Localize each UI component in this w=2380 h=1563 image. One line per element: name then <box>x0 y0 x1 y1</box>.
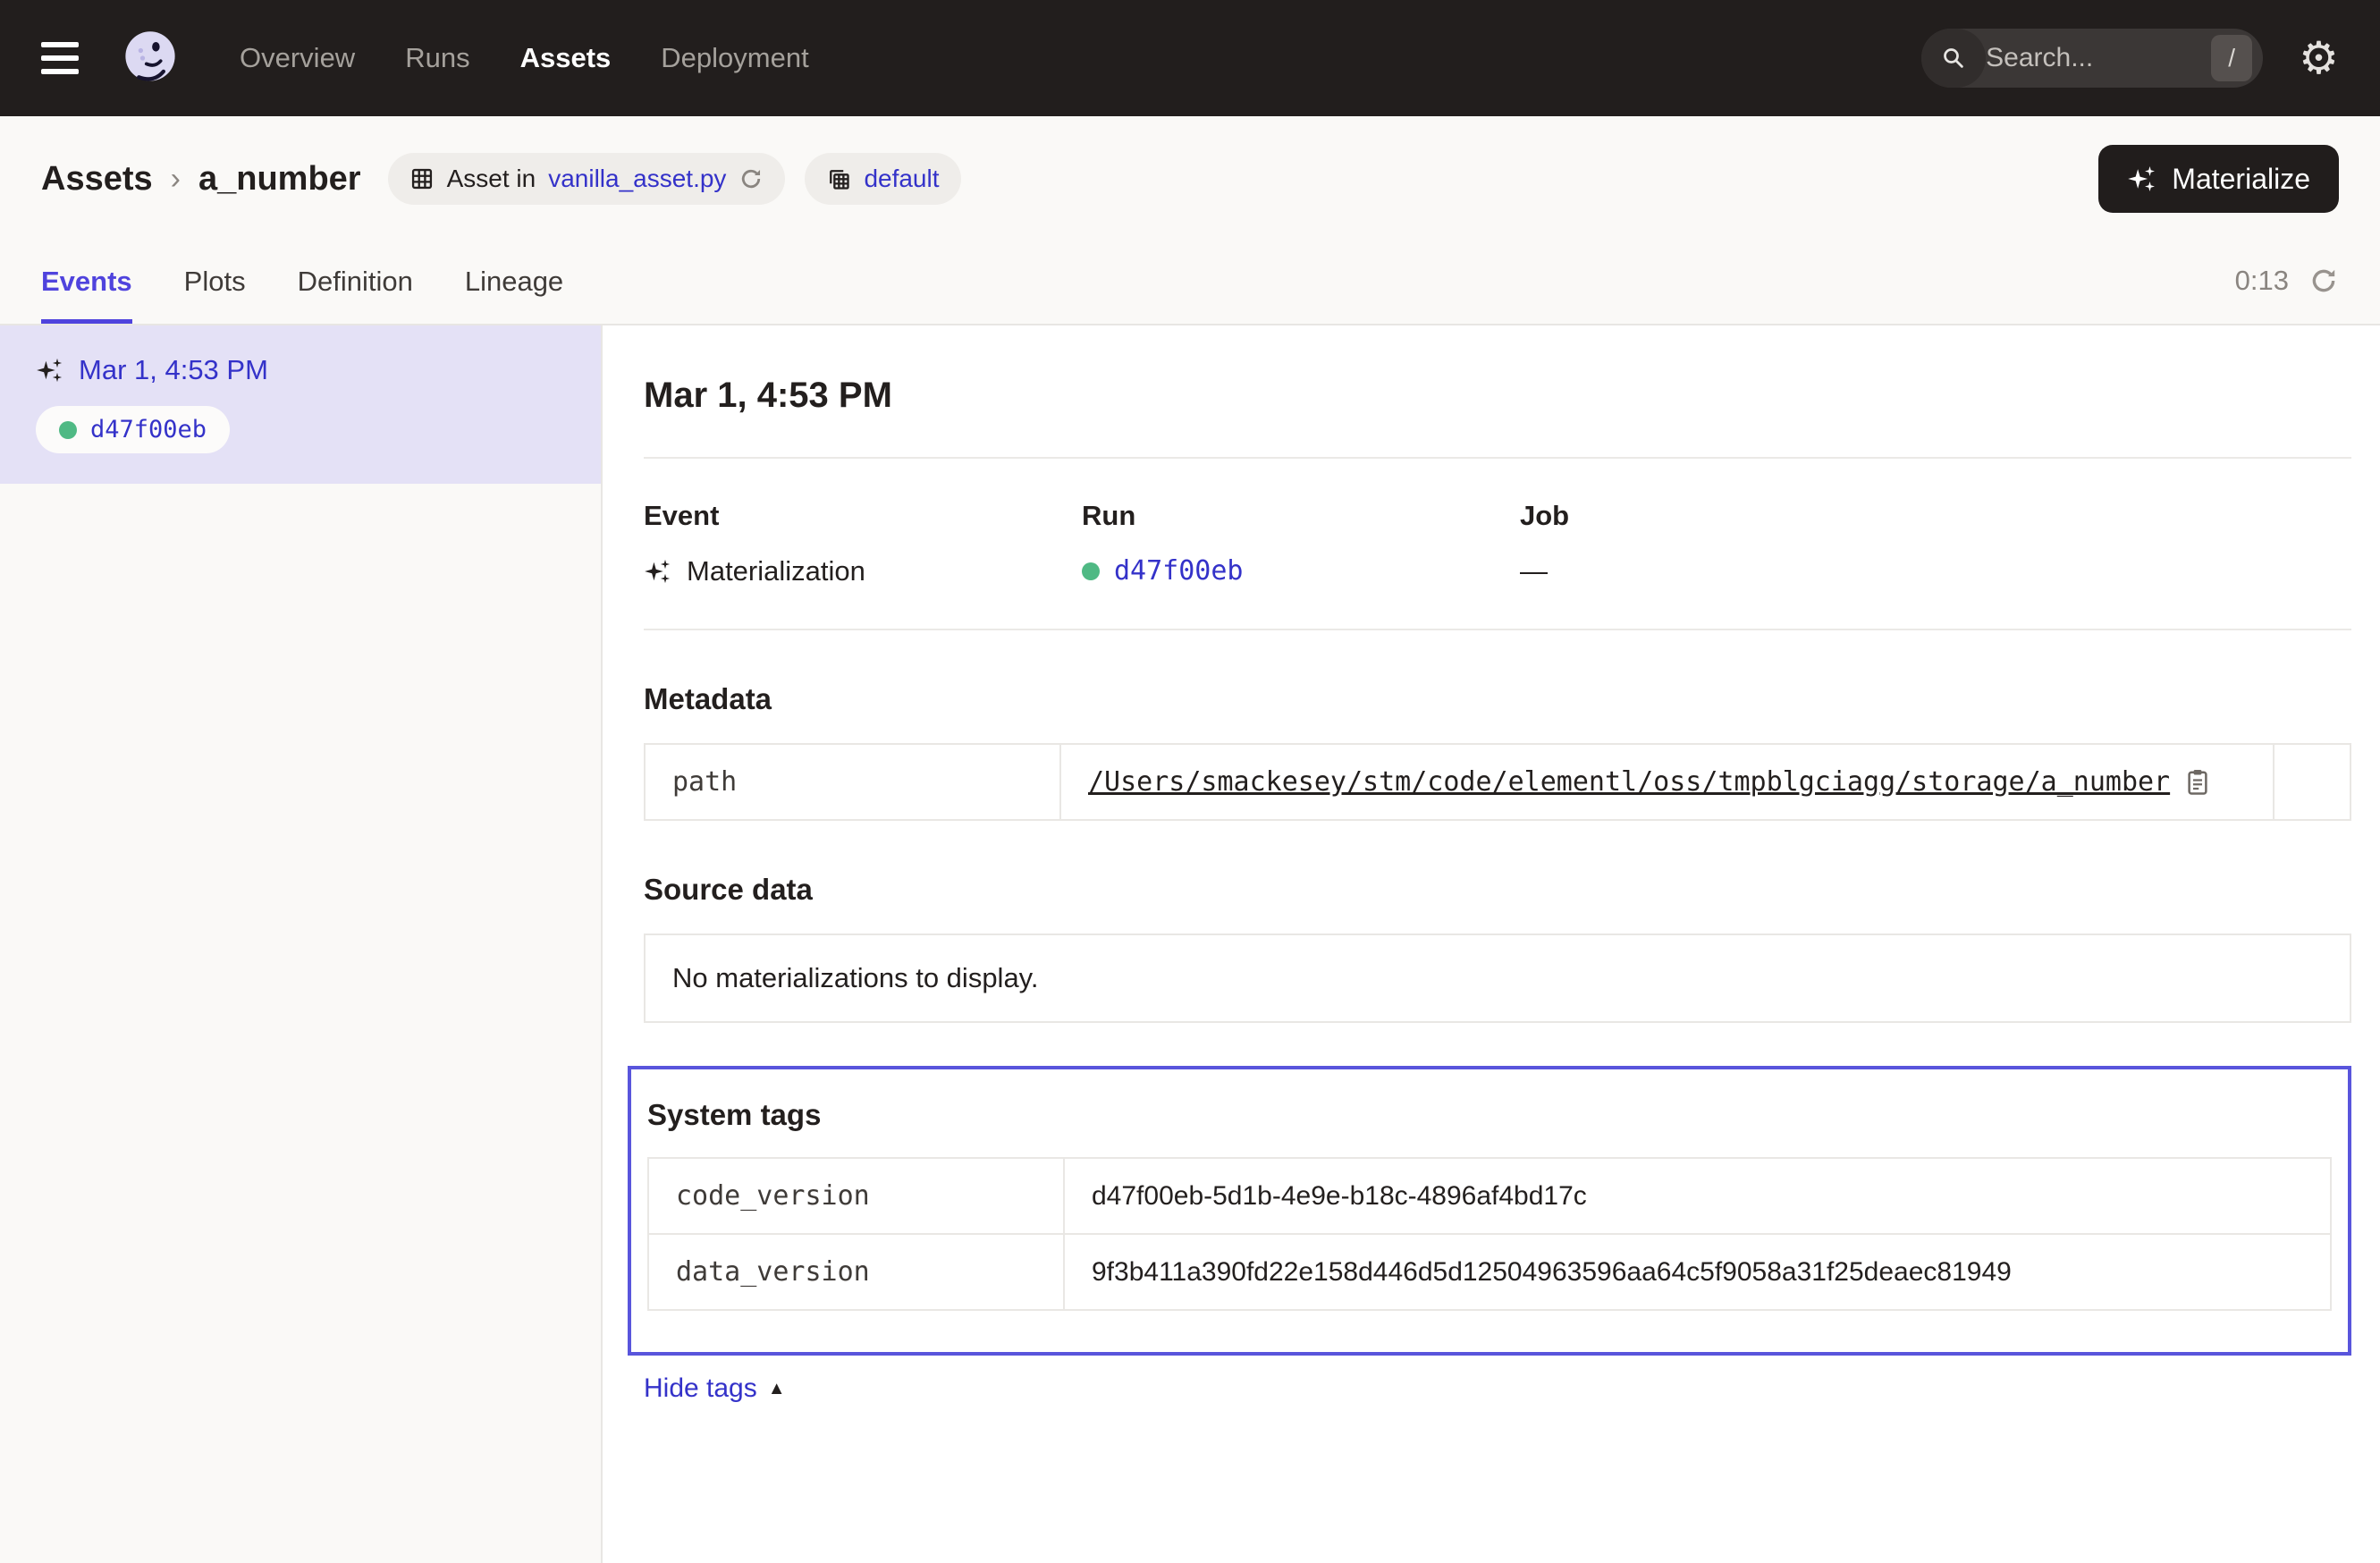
table-row: code_version d47f00eb-5d1b-4e9e-b18c-489… <box>649 1159 2330 1233</box>
tab-lineage[interactable]: Lineage <box>465 238 563 324</box>
job-column: Job — <box>1520 500 2351 587</box>
sparkle-icon <box>2127 164 2157 194</box>
search-icon <box>1921 29 1986 88</box>
materialize-button-label: Materialize <box>2172 163 2310 196</box>
asset-definition-badge: Asset in vanilla_asset.py <box>388 153 786 205</box>
metadata-table: path /Users/smackesey/stm/code/elementl/… <box>644 743 2351 821</box>
materialization-sparkle-icon <box>36 356 64 384</box>
job-column-header: Job <box>1520 500 2351 532</box>
materialization-sparkle-icon <box>644 557 672 586</box>
divider <box>644 457 2351 459</box>
run-status-dot <box>59 421 77 439</box>
menu-icon[interactable] <box>41 42 79 74</box>
nav-right: / ⚙ <box>1921 29 2339 88</box>
nav-item-assets[interactable]: Assets <box>520 42 612 74</box>
tab-plots[interactable]: Plots <box>184 238 246 324</box>
system-tag-value: d47f00eb-5d1b-4e9e-b18c-4896af4bd17c <box>1065 1159 2330 1233</box>
page-title: a_number <box>198 160 361 199</box>
hide-tags-label: Hide tags <box>644 1373 757 1404</box>
source-data-empty-message: No materializations to display. <box>644 934 2351 1023</box>
divider <box>644 629 2351 630</box>
search-input[interactable] <box>1986 43 2211 73</box>
copy-path-icon[interactable] <box>2184 767 2211 798</box>
system-tags-section: System tags code_version d47f00eb-5d1b-4… <box>628 1066 2351 1356</box>
materialize-button[interactable]: Materialize <box>2098 145 2339 213</box>
nav-item-deployment[interactable]: Deployment <box>661 42 808 74</box>
repository-badge: default <box>805 153 960 205</box>
source-data-heading: Source data <box>644 873 2351 907</box>
tabs: Events Plots Definition Lineage <box>41 238 563 324</box>
nav-item-overview[interactable]: Overview <box>240 42 355 74</box>
system-tags-heading: System tags <box>647 1098 2332 1132</box>
search-box[interactable]: / <box>1921 29 2263 88</box>
table-row-end-cell <box>2273 745 2350 819</box>
breadcrumb-assets-link[interactable]: Assets <box>41 160 153 199</box>
caret-up-icon: ▲ <box>768 1379 786 1399</box>
tab-bar: Events Plots Definition Lineage 0:13 <box>0 238 2380 325</box>
repo-icon <box>826 166 851 191</box>
search-shortcut-key: / <box>2211 35 2252 81</box>
page-header: Assets › a_number Asset in vanilla_asset… <box>0 116 2380 238</box>
header-badges: Asset in vanilla_asset.py default <box>388 153 961 205</box>
tab-events[interactable]: Events <box>41 238 132 324</box>
dagster-app: Overview Runs Assets Deployment / ⚙ Asse… <box>0 0 2380 1563</box>
primary-nav: Overview Runs Assets Deployment <box>240 42 809 74</box>
event-date-link[interactable]: Mar 1, 4:53 PM <box>79 354 268 386</box>
run-status-dot <box>1082 562 1100 580</box>
content-body: Mar 1, 4:53 PM d47f00eb Mar 1, 4:53 PM E… <box>0 325 2380 1563</box>
refresh-icon[interactable] <box>2308 266 2339 296</box>
system-tag-key: data_version <box>649 1235 1065 1309</box>
event-column-header: Event <box>644 500 1082 532</box>
top-nav: Overview Runs Assets Deployment / ⚙ <box>0 0 2380 116</box>
dagster-logo[interactable] <box>120 28 181 89</box>
table-row: data_version 9f3b411a390fd22e158d446d5d1… <box>649 1233 2330 1309</box>
settings-gear-icon[interactable]: ⚙ <box>2299 36 2339 80</box>
asset-grid-icon <box>409 166 435 191</box>
event-title: Mar 1, 4:53 PM <box>644 376 2351 416</box>
refresh-area: 0:13 <box>2235 238 2339 324</box>
metadata-key: path <box>646 745 1061 819</box>
event-list-item-selected[interactable]: Mar 1, 4:53 PM d47f00eb <box>0 325 601 484</box>
nav-item-runs[interactable]: Runs <box>405 42 469 74</box>
run-column-header: Run <box>1082 500 1520 532</box>
metadata-heading: Metadata <box>644 682 2351 716</box>
reload-definition-icon[interactable] <box>738 166 764 191</box>
system-tags-table: code_version d47f00eb-5d1b-4e9e-b18c-489… <box>647 1157 2332 1311</box>
asset-badge-prefix: Asset in <box>447 165 536 193</box>
tab-definition[interactable]: Definition <box>298 238 413 324</box>
run-column: Run d47f00eb <box>1082 500 1520 587</box>
system-tag-key: code_version <box>649 1159 1065 1233</box>
run-id-link[interactable]: d47f00eb <box>1114 555 1244 587</box>
event-summary-columns: Event Materialization Run d47f00eb Job <box>644 500 2351 587</box>
refresh-timer: 0:13 <box>2235 265 2289 297</box>
run-id-label: d47f00eb <box>90 416 207 444</box>
breadcrumb-separator: › <box>171 162 181 197</box>
job-value: — <box>1520 555 1548 587</box>
breadcrumb: Assets › a_number <box>41 160 361 199</box>
repo-default-link[interactable]: default <box>864 165 939 193</box>
system-tag-value: 9f3b411a390fd22e158d446d5d12504963596aa6… <box>1065 1235 2330 1309</box>
event-column: Event Materialization <box>644 500 1082 587</box>
metadata-path-link[interactable]: /Users/smackesey/stm/code/elementl/oss/t… <box>1088 766 2170 798</box>
hide-tags-link[interactable]: Hide tags ▲ <box>644 1373 786 1404</box>
event-list-sidebar: Mar 1, 4:53 PM d47f00eb <box>0 325 603 1563</box>
event-detail-panel: Mar 1, 4:53 PM Event Materialization Run… <box>603 325 2380 1563</box>
table-row: path /Users/smackesey/stm/code/elementl/… <box>646 745 2350 819</box>
event-type-value: Materialization <box>687 555 865 587</box>
asset-file-link[interactable]: vanilla_asset.py <box>548 165 726 193</box>
run-id-pill[interactable]: d47f00eb <box>36 406 230 453</box>
